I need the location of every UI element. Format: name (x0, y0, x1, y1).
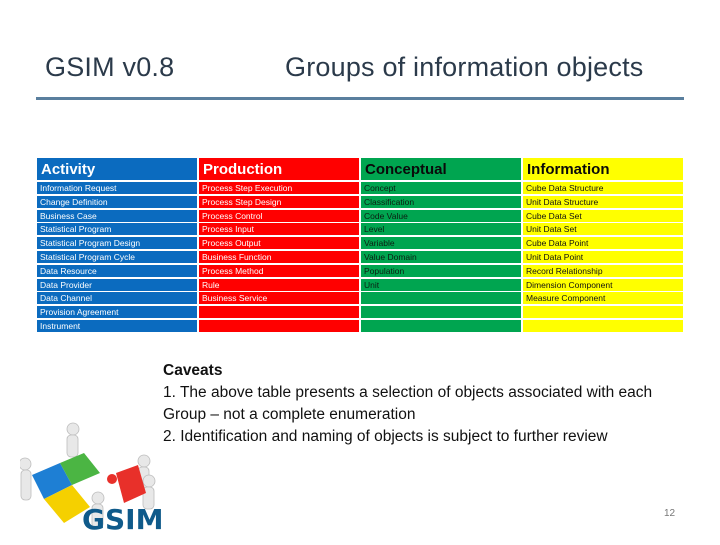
table-cell: Rule (199, 278, 359, 291)
table-cell: Data Provider (37, 278, 197, 291)
table-cell: Provision Agreement (37, 306, 197, 319)
table-cell: Cube Data Point (523, 237, 683, 250)
table-cell: Dimension Component (523, 278, 683, 291)
table-cell: Classification (361, 195, 521, 208)
title-divider (36, 97, 684, 100)
table-cell: Statistical Program Design (37, 237, 197, 250)
table-cell: Change Definition (37, 195, 197, 208)
table-cell (523, 319, 683, 332)
caveats-heading: Caveats (163, 362, 223, 379)
caveat-line: Group – not a complete enumeration (163, 406, 416, 423)
table-cell (361, 306, 521, 319)
table-cell (361, 319, 521, 332)
table-cell: Unit Data Point (523, 250, 683, 263)
slide-title-left: GSIM v0.8 (45, 52, 175, 82)
table-cell: Business Service (199, 292, 359, 305)
table-cell: Variable (361, 237, 521, 250)
table-cell: Unit Data Set (523, 223, 683, 236)
table-cell: Process Output (199, 237, 359, 250)
table-cell: Code Value (361, 209, 521, 222)
gsim-logo-text: GSIM (82, 503, 164, 536)
column-header-production: Production (199, 158, 359, 180)
table-cell (523, 306, 683, 319)
table-cell: Business Function (199, 250, 359, 263)
column-production: Production Process Step Execution Proces… (199, 158, 359, 334)
table-cell (199, 306, 359, 319)
column-conceptual: Conceptual Concept Classification Code V… (361, 158, 521, 334)
table-cell: Data Channel (37, 292, 197, 305)
table-cell: Process Input (199, 223, 359, 236)
slide-title-right: Groups of information objects (285, 52, 644, 82)
column-header-conceptual: Conceptual (361, 158, 521, 180)
caveat-line: 2. Identification and naming of objects … (163, 428, 608, 445)
table-cell: Process Control (199, 209, 359, 222)
caveats-block: Caveats 1. The above table presents a se… (163, 360, 652, 448)
gsim-logo: GSIM (18, 415, 170, 540)
table-cell: Statistical Program Cycle (37, 250, 197, 263)
table-cell: Record Relationship (523, 264, 683, 277)
table-cell: Process Step Design (199, 195, 359, 208)
table-cell: Process Step Execution (199, 182, 359, 194)
table-cell: Process Method (199, 264, 359, 277)
table-cell: Level (361, 223, 521, 236)
table-cell: Instrument (37, 319, 197, 332)
table-cell: Measure Component (523, 292, 683, 305)
column-information: Information Cube Data Structure Unit Dat… (523, 158, 683, 334)
column-header-information: Information (523, 158, 683, 180)
table-cell: Unit (361, 278, 521, 291)
table-cell: Cube Data Structure (523, 182, 683, 194)
table-cell: Population (361, 264, 521, 277)
table-cell: Unit Data Structure (523, 195, 683, 208)
caveat-line: 1. The above table presents a selection … (163, 384, 653, 401)
table-cell: Statistical Program (37, 223, 197, 236)
groups-table: Activity Information Request Change Defi… (37, 158, 683, 334)
column-header-activity: Activity (37, 158, 197, 180)
table-cell: Data Resource (37, 264, 197, 277)
column-activity: Activity Information Request Change Defi… (37, 158, 197, 334)
table-cell: Information Request (37, 182, 197, 194)
table-cell: Value Domain (361, 250, 521, 263)
page-number: 12 (664, 508, 676, 519)
table-cell: Business Case (37, 209, 197, 222)
table-cell: Concept (361, 182, 521, 194)
table-cell (361, 292, 521, 305)
table-cell: Cube Data Set (523, 209, 683, 222)
table-cell (199, 319, 359, 332)
